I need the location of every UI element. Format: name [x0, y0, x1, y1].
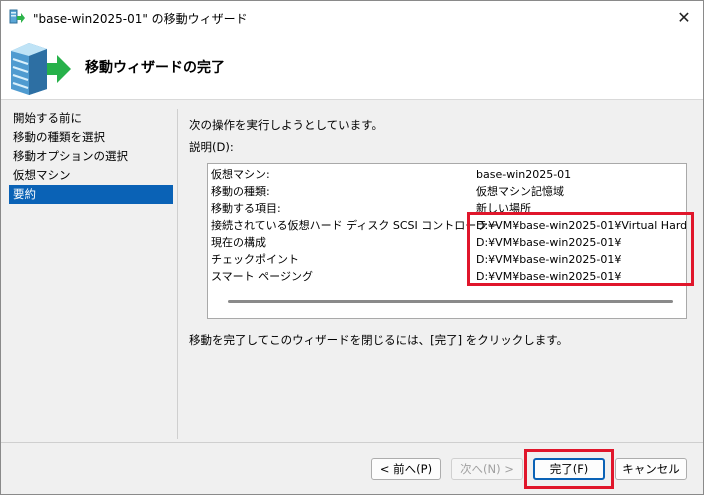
next-button[interactable]: 次へ(N) > — [451, 458, 523, 480]
list-item: 移動の種類: 仮想マシン記憶域 — [211, 183, 685, 200]
nav-item-virtual-machine[interactable]: 仮想マシン — [9, 166, 173, 185]
row-label: スマート ページング — [211, 270, 313, 283]
horizontal-scrollbar[interactable] — [228, 300, 673, 303]
row-value: 仮想マシン記憶域 — [476, 185, 564, 198]
row-label: 接続されている仮想ハード ディスク SCSI コントローラー — [211, 219, 499, 232]
back-button[interactable]: < 前へ(P) — [371, 458, 441, 480]
footer-divider — [1, 442, 703, 443]
nav-item-summary[interactable]: 要約 — [9, 185, 173, 204]
vm-move-icon — [9, 9, 25, 24]
row-label: 現在の構成 — [211, 236, 266, 249]
finish-instruction: 移動を完了してこのウィザードを閉じるには、[完了] をクリックします。 — [189, 333, 569, 347]
row-label: チェックポイント — [211, 253, 299, 266]
window-title: "base-win2025-01" の移動ウィザード — [33, 12, 248, 26]
row-label: 移動の種類: — [211, 185, 270, 198]
title-bar: "base-win2025-01" の移動ウィザード ✕ — [1, 1, 703, 33]
description-label: 説明(D): — [189, 140, 234, 154]
intro-text: 次の操作を実行しようとしています。 — [189, 118, 384, 132]
highlight-box-paths — [467, 212, 694, 286]
close-button[interactable]: ✕ — [665, 1, 703, 33]
list-item: 仮想マシン: base-win2025-01 — [211, 166, 685, 183]
row-label: 移動する項目: — [211, 202, 281, 215]
nav-item-before-you-begin[interactable]: 開始する前に — [9, 109, 173, 128]
highlight-box-finish — [524, 449, 614, 489]
wizard-header: 移動ウィザードの完了 — [1, 33, 703, 100]
nav-divider — [177, 109, 178, 439]
wizard-window: "base-win2025-01" の移動ウィザード ✕ 移動ウィザードの完了 … — [0, 0, 704, 495]
wizard-steps-nav: 開始する前に 移動の種類を選択 移動オプションの選択 仮想マシン 要約 — [9, 109, 173, 204]
nav-item-choose-move-type[interactable]: 移動の種類を選択 — [9, 128, 173, 147]
row-value: base-win2025-01 — [476, 168, 572, 181]
row-label: 仮想マシン: — [211, 168, 270, 181]
cancel-button[interactable]: キャンセル — [615, 458, 687, 480]
close-icon: ✕ — [677, 7, 691, 27]
page-title: 移動ウィザードの完了 — [85, 60, 225, 76]
server-migrate-icon — [11, 43, 71, 95]
nav-item-choose-options[interactable]: 移動オプションの選択 — [9, 147, 173, 166]
